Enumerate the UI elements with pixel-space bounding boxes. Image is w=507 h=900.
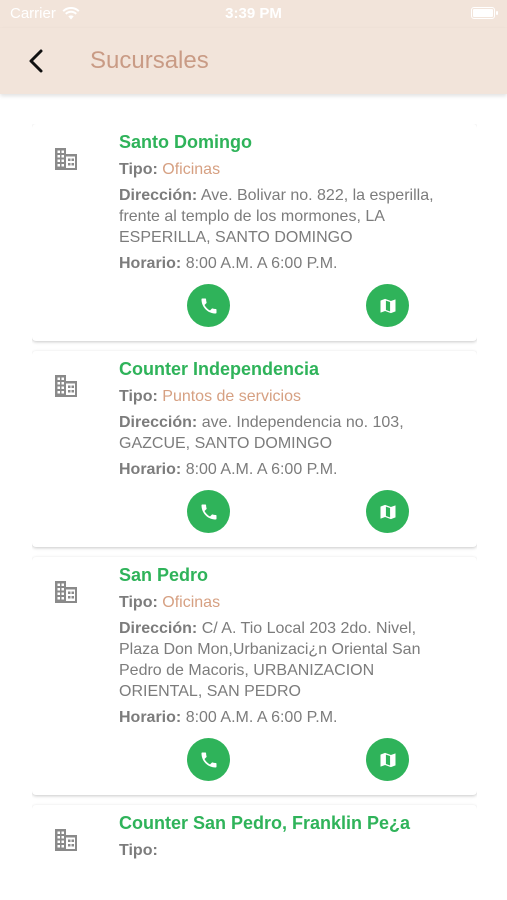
branch-horario: Horario: 8:00 A.M. A 6:00 P.M. — [119, 459, 457, 480]
tipo-label: Tipo: — [119, 161, 158, 178]
branch-tipo: Tipo: — [119, 840, 457, 861]
branch-name: Santo Domingo — [119, 132, 252, 152]
branch-horario: Horario: 8:00 A.M. A 6:00 P.M. — [119, 253, 457, 274]
branch-name: San Pedro — [119, 565, 209, 585]
map-button[interactable] — [366, 738, 409, 781]
building-icon — [55, 148, 77, 170]
direccion-label: Dirección: — [119, 414, 198, 431]
branch-horario: Horario: 8:00 A.M. A 6:00 P.M. — [119, 707, 457, 728]
map-icon — [380, 298, 395, 313]
branch-tipo: Tipo: Oficinas — [119, 592, 457, 613]
direccion-label: Dirección: — [119, 187, 198, 204]
horario-label: Horario: — [119, 709, 182, 726]
branch-list[interactable]: Santo Domingo Tipo: Oficinas Dirección: … — [32, 124, 477, 876]
direccion-label: Dirección: — [119, 620, 198, 637]
tipo-label: Tipo: — [119, 388, 158, 405]
page-title: Sucursales — [90, 47, 209, 74]
horario-value: 8:00 A.M. A 6:00 P.M. — [185, 461, 338, 478]
horario-value: 8:00 A.M. A 6:00 P.M. — [185, 709, 338, 726]
tipo-value: Oficinas — [162, 594, 221, 611]
branch-direccion: Dirección: C/ A. Tio Local 203 2do. Nive… — [119, 618, 457, 702]
phone-icon — [201, 752, 216, 767]
chevron-left-icon — [29, 49, 43, 73]
tipo-value: Oficinas — [162, 161, 221, 178]
branch-direccion: Dirección: ave. Independencia no. 103, G… — [119, 412, 457, 454]
phone-icon — [201, 298, 216, 313]
branch-card: San Pedro Tipo: Oficinas Dirección: C/ A… — [32, 557, 477, 795]
building-icon — [55, 829, 77, 851]
branch-card: Counter Independencia Tipo: Puntos de se… — [32, 351, 477, 547]
horario-value: 8:00 A.M. A 6:00 P.M. — [185, 255, 338, 272]
branch-name: Counter San Pedro, Franklin Pe¿a — [119, 813, 411, 833]
horario-label: Horario: — [119, 461, 182, 478]
status-bar: Carrier 3:39 PM — [0, 0, 507, 28]
branch-direccion: Dirección: Ave. Bolivar no. 822, la espe… — [119, 185, 457, 248]
branch-name: Counter Independencia — [119, 359, 320, 379]
map-button[interactable] — [366, 490, 409, 533]
nav-bar: Sucursales — [0, 28, 507, 94]
branch-card: Counter San Pedro, Franklin Pe¿a Tipo: — [32, 805, 477, 876]
call-button[interactable] — [187, 738, 230, 781]
building-icon — [55, 375, 77, 397]
branch-card: Santo Domingo Tipo: Oficinas Dirección: … — [32, 124, 477, 341]
branch-tipo: Tipo: Oficinas — [119, 159, 457, 180]
map-icon — [380, 504, 395, 519]
horario-label: Horario: — [119, 255, 182, 272]
map-button[interactable] — [366, 284, 409, 327]
tipo-label: Tipo: — [119, 842, 158, 859]
battery-icon — [471, 7, 498, 19]
back-button[interactable] — [22, 46, 52, 76]
status-time: 3:39 PM — [225, 5, 282, 22]
tipo-value: Puntos de servicios — [162, 388, 301, 405]
phone-icon — [201, 504, 216, 519]
call-button[interactable] — [187, 284, 230, 327]
map-icon — [380, 752, 395, 767]
tipo-label: Tipo: — [119, 594, 158, 611]
call-button[interactable] — [187, 490, 230, 533]
building-icon — [55, 581, 77, 603]
branch-tipo: Tipo: Puntos de servicios — [119, 386, 457, 407]
